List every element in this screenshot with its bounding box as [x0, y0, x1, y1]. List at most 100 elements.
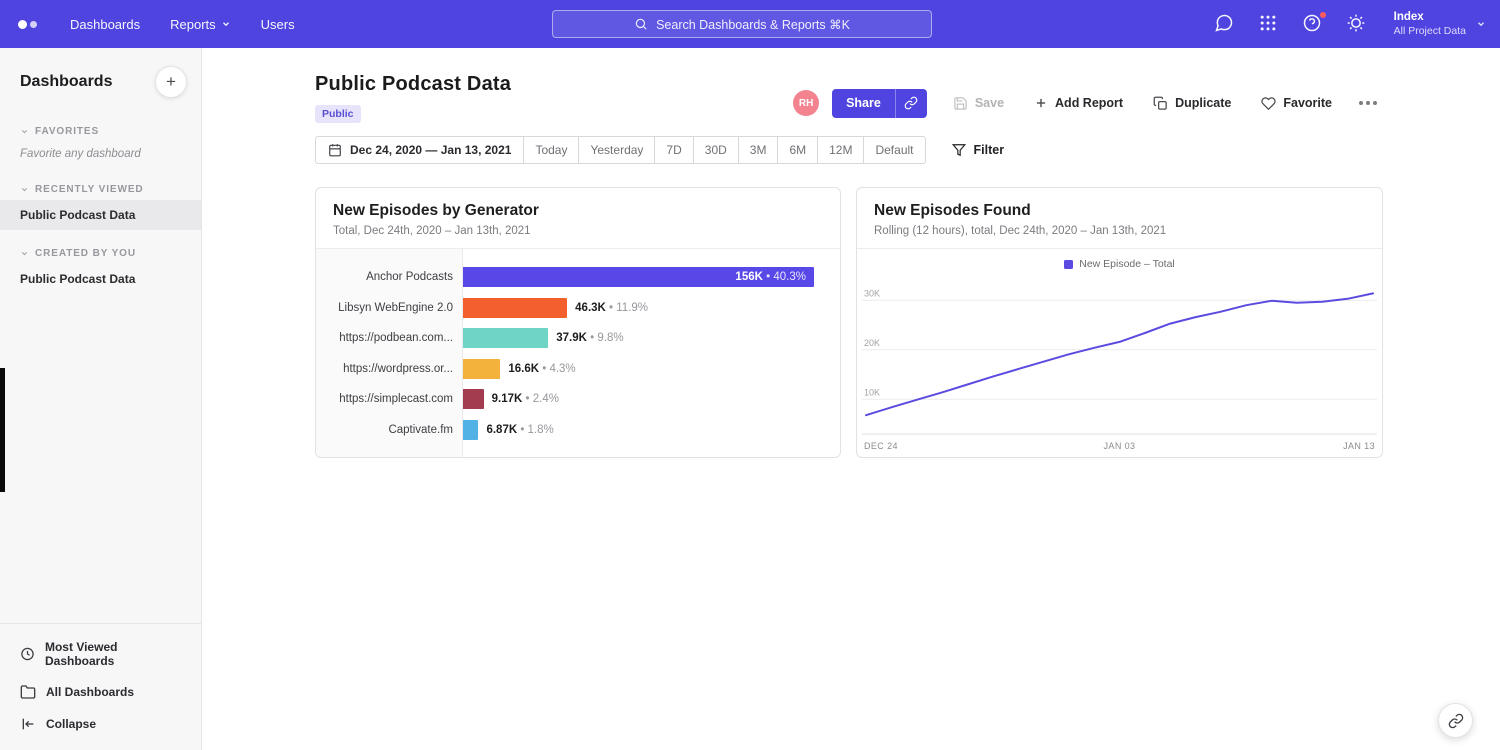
date-preset-12m[interactable]: 12M [818, 136, 864, 164]
bar-segment[interactable] [463, 328, 548, 348]
logo-dot-icon [18, 20, 27, 29]
bar-category-label: Captivate.fm [316, 424, 463, 436]
favorite-label: Favorite [1283, 96, 1332, 110]
save-label: Save [975, 96, 1004, 110]
avatar[interactable]: RH [793, 90, 819, 116]
top-nav: Dashboards Reports Users Search Dashboar… [0, 0, 1500, 48]
apps-grid-icon[interactable] [1258, 13, 1280, 35]
nav-utilities: Index All Project Data [1214, 0, 1486, 48]
chevron-down-icon [20, 127, 29, 136]
nav-dashboards[interactable]: Dashboards [55, 0, 155, 48]
bar-category-label: https://simplecast.com [316, 393, 463, 405]
bar-row: Libsyn WebEngine 2.046.3K • 11.9% [316, 293, 840, 324]
more-options-button[interactable] [1354, 96, 1382, 110]
nav-users[interactable]: Users [246, 0, 310, 48]
favorite-button[interactable]: Favorite [1261, 96, 1332, 111]
card-subtitle: Rolling (12 hours), total, Dec 24th, 202… [874, 225, 1365, 237]
line-chart: New Episode – Total 10K20K30KDEC 24JAN 0… [857, 249, 1382, 457]
chevron-down-icon [20, 185, 29, 194]
all-dashboards-button[interactable]: All Dashboards [0, 676, 201, 708]
bar-chart-rows: Anchor Podcasts156K • 40.3%Libsyn WebEng… [316, 249, 840, 445]
date-preset-30d[interactable]: 30D [694, 136, 739, 164]
bar-segment[interactable]: 156K • 40.3% [463, 267, 814, 287]
chevron-down-icon [1476, 19, 1486, 29]
share-button[interactable]: Share [832, 89, 895, 118]
section-created-by-you[interactable]: Created by You [0, 240, 201, 264]
date-range-picker[interactable]: Dec 24, 2020 — Jan 13, 2021 [315, 136, 524, 164]
settings-gear-icon[interactable] [1346, 13, 1368, 35]
nav-reports[interactable]: Reports [155, 0, 246, 48]
main-content: Public Podcast Data Public RH Share Save… [202, 48, 1500, 750]
bar-value-label: 37.9K • 9.8% [556, 332, 623, 344]
chevron-down-icon [221, 19, 231, 29]
all-dashboards-label: All Dashboards [46, 685, 134, 699]
date-preset-7d[interactable]: 7D [655, 136, 693, 164]
sidebar-item-public-podcast-data[interactable]: Public Podcast Data [0, 264, 201, 294]
date-preset-today[interactable]: Today [524, 136, 579, 164]
date-preset-3m[interactable]: 3M [739, 136, 779, 164]
add-dashboard-button[interactable]: + [155, 66, 187, 98]
report-card-new-episodes-by-generator[interactable]: New Episodes by Generator Total, Dec 24t… [315, 187, 841, 458]
copy-link-fab[interactable] [1438, 703, 1473, 738]
save-icon [953, 96, 968, 111]
global-search-input[interactable]: Search Dashboards & Reports ⌘K [552, 10, 932, 38]
date-preset-6m[interactable]: 6M [778, 136, 818, 164]
date-preset-yesterday[interactable]: Yesterday [579, 136, 655, 164]
bar-category-label: https://podbean.com... [316, 332, 463, 344]
filter-button[interactable]: Filter [952, 143, 1005, 157]
collapse-sidebar-button[interactable]: Collapse [0, 708, 201, 740]
section-favorites[interactable]: Favorites [0, 118, 201, 142]
sidebar-footer: Most Viewed Dashboards All Dashboards Co… [0, 623, 201, 750]
bar-segment[interactable] [463, 298, 567, 318]
heart-icon [1261, 96, 1276, 111]
project-scope: All Project Data [1394, 25, 1466, 39]
legend-label: New Episode – Total [1079, 258, 1175, 270]
nav-reports-label: Reports [170, 17, 216, 32]
project-switcher[interactable]: Index All Project Data [1394, 10, 1486, 39]
line-series[interactable] [866, 293, 1373, 415]
logo-dot-icon [30, 21, 37, 28]
line-chart-svg: 10K20K30KDEC 24JAN 03JAN 13 [862, 272, 1377, 457]
bar-segment[interactable] [463, 420, 478, 440]
duplicate-button[interactable]: Duplicate [1153, 96, 1231, 111]
dashboard-actions: RH Share Save Add Report Duplicate Favor… [793, 88, 1382, 118]
filter-label: Filter [974, 143, 1005, 157]
search-placeholder: Search Dashboards & Reports ⌘K [656, 17, 850, 32]
sidebar-item-public-podcast-data[interactable]: Public Podcast Data [0, 200, 201, 230]
bar-row: https://podbean.com... 37.9K • 9.8% [316, 323, 840, 354]
y-axis-tick: 10K [864, 387, 880, 397]
plus-icon [1034, 96, 1048, 110]
bar-category-label: https://wordpress.or... [316, 363, 463, 375]
bar-row: https://wordpress.or...16.6K • 4.3% [316, 354, 840, 385]
report-card-new-episodes-found[interactable]: New Episodes Found Rolling (12 hours), t… [856, 187, 1383, 458]
add-report-label: Add Report [1055, 96, 1123, 110]
add-report-button[interactable]: Add Report [1034, 96, 1123, 110]
duplicate-label: Duplicate [1175, 96, 1231, 110]
sidebar: Dashboards + Favorites Favorite any dash… [0, 48, 202, 750]
section-favorites-label: Favorites [35, 126, 99, 137]
collapse-icon [20, 716, 36, 732]
date-preset-default[interactable]: Default [864, 136, 925, 164]
link-icon [1448, 713, 1464, 729]
app-logo[interactable] [18, 20, 37, 29]
bar-row: https://simplecast.com9.17K • 2.4% [316, 384, 840, 415]
card-subtitle: Total, Dec 24th, 2020 – Jan 13th, 2021 [333, 225, 823, 237]
page-title: Public Podcast Data [315, 73, 511, 96]
section-recently-viewed[interactable]: Recently Viewed [0, 176, 201, 200]
date-range-label: Dec 24, 2020 — Jan 13, 2021 [350, 143, 511, 157]
messages-icon[interactable] [1214, 13, 1236, 35]
card-title: New Episodes Found [874, 202, 1365, 220]
bar-segment[interactable] [463, 389, 484, 409]
bar-category-label: Anchor Podcasts [316, 271, 463, 283]
help-icon[interactable] [1302, 13, 1324, 35]
copy-link-button[interactable] [895, 89, 927, 118]
most-viewed-dashboards-button[interactable]: Most Viewed Dashboards [0, 632, 201, 676]
bar-value-label: 46.3K • 11.9% [575, 302, 648, 314]
save-button[interactable]: Save [953, 96, 1004, 111]
favorites-empty-text: Favorite any dashboard [0, 142, 201, 166]
bar-segment[interactable] [463, 359, 500, 379]
bar-chart: Anchor Podcasts156K • 40.3%Libsyn WebEng… [316, 249, 840, 457]
x-axis-tick: DEC 24 [864, 441, 898, 451]
bar-row: Anchor Podcasts156K • 40.3% [316, 262, 840, 293]
date-toolbar: Dec 24, 2020 — Jan 13, 2021 TodayYesterd… [315, 136, 1004, 164]
